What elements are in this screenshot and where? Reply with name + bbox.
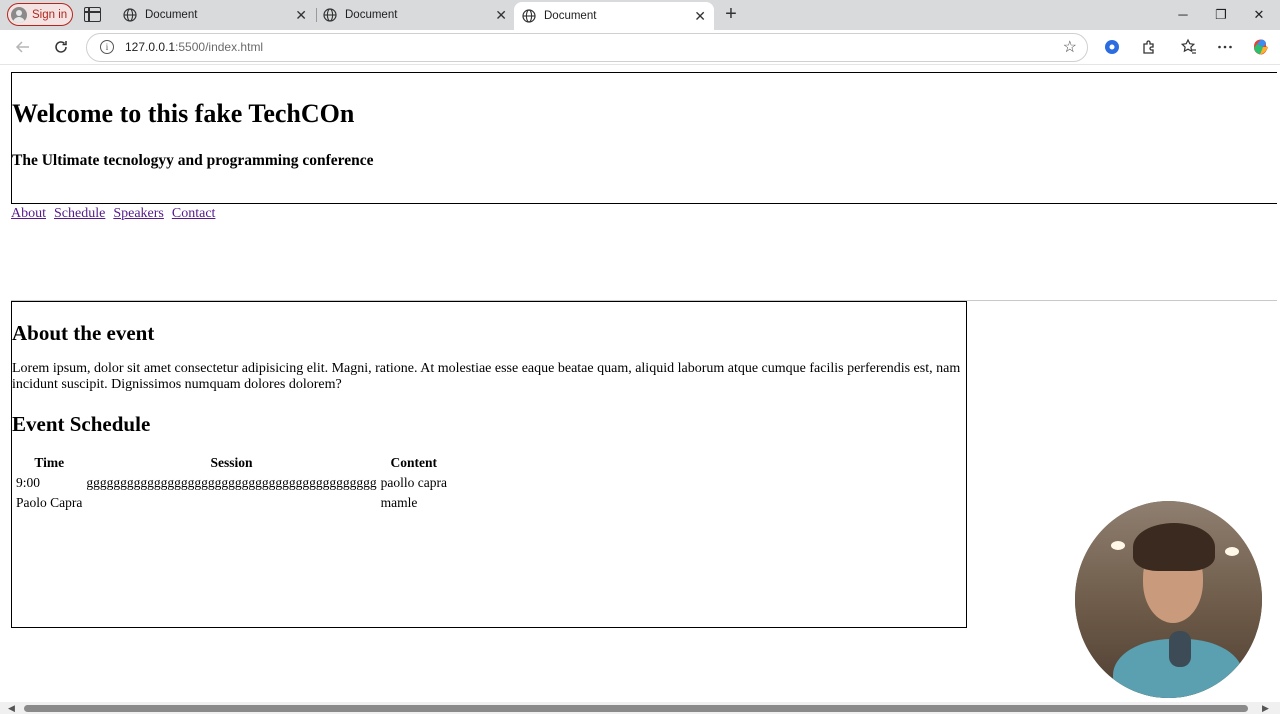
globe-icon (323, 8, 337, 22)
tab-title: Document (345, 9, 398, 21)
tab-title: Document (145, 9, 198, 21)
page-subtitle: The Ultimate tecnologyy and programming … (12, 152, 374, 169)
address-toolbar: i 127.0.0.1:5500/index.html ☆ (0, 30, 1280, 65)
table-row: Paolo Capra mamle (15, 494, 448, 512)
nav-link-schedule[interactable]: Schedule (54, 206, 105, 221)
maximize-button[interactable]: ❐ (1210, 4, 1232, 26)
profile-avatar-icon (11, 6, 27, 23)
nav-links: About Schedule Speakers Contact (11, 204, 219, 222)
microphone-icon (1169, 631, 1191, 667)
table-cell: Paolo Capra (16, 495, 83, 510)
presenter-hair (1133, 523, 1215, 571)
tab-document-2[interactable]: Document ✕ (315, 0, 517, 30)
table-cell (85, 494, 377, 512)
minimize-button[interactable]: ─ (1172, 4, 1194, 26)
scroll-right-icon[interactable]: ▶ (1262, 702, 1269, 714)
url-path: :5500/index.html (175, 40, 264, 54)
ceiling-light (1111, 541, 1125, 550)
copilot-icon[interactable] (1252, 38, 1270, 56)
extensions-puzzle-icon[interactable] (1140, 38, 1158, 56)
ceiling-light (1225, 547, 1239, 556)
address-input[interactable]: i 127.0.0.1:5500/index.html ☆ (86, 33, 1088, 62)
sign-in-label: Sign in (32, 8, 68, 21)
schedule-heading: Event Schedule (12, 412, 151, 436)
nav-link-speakers[interactable]: Speakers (113, 206, 164, 221)
column-header-time: Time (34, 455, 65, 470)
reload-icon[interactable] (50, 36, 72, 58)
tab-actions-icon[interactable] (84, 7, 101, 22)
window-close-button[interactable]: ✕ (1248, 4, 1270, 26)
globe-icon (123, 8, 137, 22)
column-header-content: Content (390, 455, 438, 470)
horizontal-scrollbar[interactable]: ◀ ▶ (0, 702, 1280, 714)
tab-title: Document (544, 10, 597, 22)
page-title: Welcome to this fake TechCOn (12, 99, 355, 128)
close-tab-icon[interactable]: ✕ (694, 9, 706, 23)
webcam-overlay (1075, 501, 1262, 698)
tab-document-1[interactable]: Document ✕ (115, 0, 317, 30)
table-row: 9:00 ggggggggggggggggggggggggggggggggggg… (15, 474, 448, 492)
url-host: 127.0.0.1 (125, 40, 176, 54)
sign-in-button[interactable]: Sign in (7, 3, 73, 26)
schedule-table: Time Session Content 9:00 gggggggggggggg… (13, 452, 450, 514)
about-text: Lorem ipsum, dolor sit amet consectetur … (12, 361, 961, 392)
table-header-row: Time Session Content (15, 454, 448, 472)
tab-strip: Sign in Document ✕ Document ✕ Document ✕… (0, 0, 1280, 30)
close-tab-icon[interactable]: ✕ (495, 8, 507, 22)
info-icon[interactable]: i (100, 40, 114, 54)
nav-link-about[interactable]: About (11, 206, 46, 221)
new-tab-button[interactable]: + (721, 4, 741, 24)
more-icon[interactable] (1216, 38, 1234, 56)
main-section: About the event Lorem ipsum, dolor sit a… (11, 301, 967, 628)
url-text: 127.0.0.1:5500/index.html (125, 40, 263, 54)
column-header-session: Session (210, 455, 253, 470)
star-icon[interactable]: ☆ (1063, 37, 1077, 57)
close-tab-icon[interactable]: ✕ (295, 8, 307, 22)
table-cell: gggggggggggggggggggggggggggggggggggggggg… (86, 475, 377, 490)
table-cell: 9:00 (16, 475, 41, 490)
about-heading: About the event (12, 321, 155, 345)
nav-link-contact[interactable]: Contact (172, 206, 216, 221)
back-arrow-icon[interactable] (12, 36, 34, 58)
table-cell: mamle (380, 495, 418, 510)
extension-badge-icon[interactable] (1103, 38, 1121, 56)
scrollbar-thumb[interactable] (24, 705, 1248, 712)
globe-icon (522, 9, 536, 23)
tab-document-active[interactable]: Document ✕ (514, 2, 714, 30)
page-nav: About Schedule Speakers Contact (11, 204, 1277, 301)
favorites-icon[interactable] (1180, 38, 1198, 56)
scroll-left-icon[interactable]: ◀ (8, 702, 15, 714)
table-cell: paollo capra (380, 475, 447, 490)
page-header: Welcome to this fake TechCOn The Ultimat… (11, 72, 1277, 204)
